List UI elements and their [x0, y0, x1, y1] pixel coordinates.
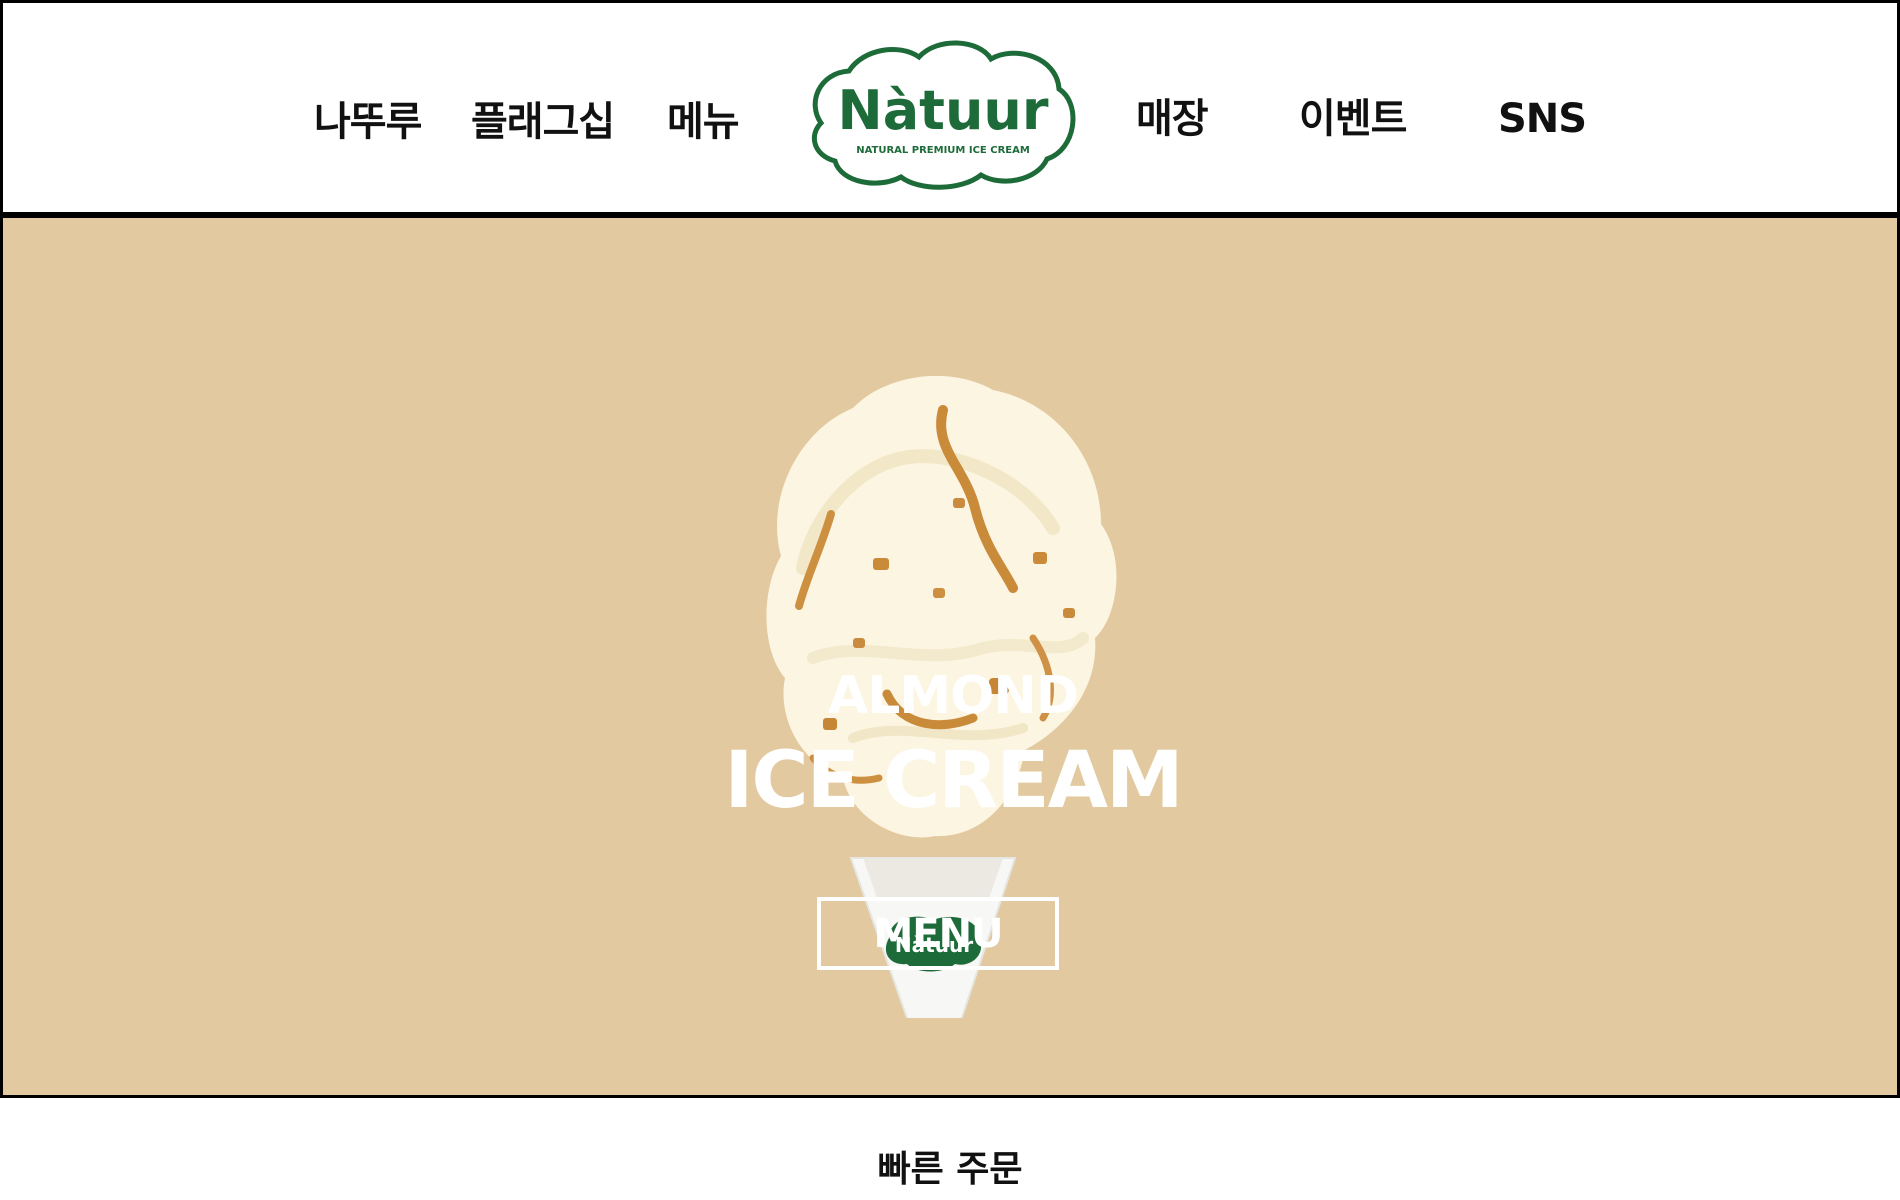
nav-item-natuur[interactable]: 나뚜루 — [314, 98, 422, 146]
hero-title: ICE CREAM — [724, 736, 1183, 826]
hero-subtitle: ALMOND — [827, 666, 1079, 726]
menu-button[interactable]: MENU — [817, 897, 1059, 970]
brand-logo[interactable]: Nàtuur NATURAL PREMIUM ICE CREAM — [801, 31, 1083, 191]
logo-tagline: NATURAL PREMIUM ICE CREAM — [856, 145, 1030, 156]
nav-item-stores[interactable]: 매장 — [1136, 95, 1209, 143]
logo-icon: Nàtuur NATURAL PREMIUM ICE CREAM — [811, 40, 1076, 190]
nav-item-events[interactable]: 이벤트 — [1299, 95, 1407, 143]
logo-wordmark: Nàtuur — [838, 79, 1049, 142]
nav-item-sns[interactable]: SNS — [1498, 95, 1587, 143]
quick-order-heading[interactable]: 빠른 주문 — [0, 1140, 1900, 1192]
nav-item-menu[interactable]: 메뉴 — [667, 98, 740, 146]
nav-item-flagship[interactable]: 플래그십 — [471, 98, 615, 146]
site-header: 나뚜루 플래그십 메뉴 Nàtuur NATURAL PREMIUM ICE C… — [0, 0, 1900, 218]
hero-banner: Nàtuur ALMOND ICE CREAM MENU — [0, 218, 1900, 1098]
